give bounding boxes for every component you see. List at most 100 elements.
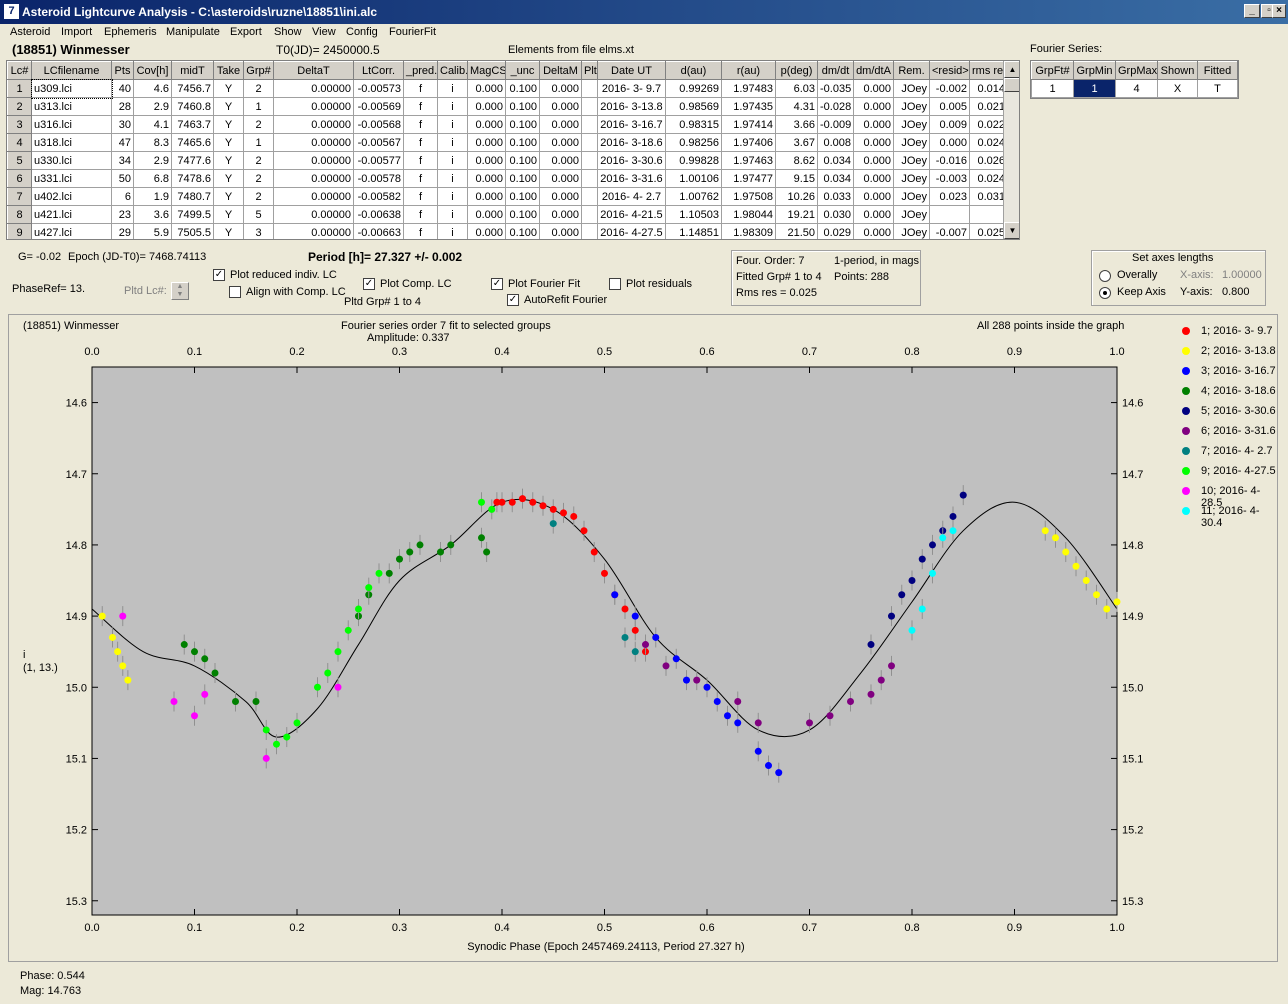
table-cell[interactable]: 3.6 — [133, 205, 172, 224]
table-cell[interactable]: 40 — [111, 79, 134, 98]
table-cell[interactable]: -0.00569 — [353, 97, 404, 116]
table-cell[interactable]: 0.005 — [929, 97, 970, 116]
table-cell[interactable]: 19.21 — [775, 205, 818, 224]
menu-manipulate[interactable]: Manipulate — [166, 26, 220, 38]
table-cell[interactable] — [581, 79, 598, 98]
table-cell[interactable]: 0.026 — [969, 151, 1008, 170]
table-cell[interactable]: 6.8 — [133, 169, 172, 188]
table-cell[interactable]: 0.000 — [853, 79, 894, 98]
table-cell[interactable] — [581, 151, 598, 170]
table-cell[interactable]: -0.00568 — [353, 115, 404, 134]
table-cell[interactable]: 7 — [7, 187, 32, 206]
table-cell[interactable]: 8 — [7, 205, 32, 224]
lc-col-header[interactable]: LtCorr. — [353, 61, 404, 80]
table-cell[interactable]: 28 — [111, 97, 134, 116]
table-cell[interactable]: 0.00000 — [273, 97, 354, 116]
table-cell[interactable]: 0.98256 — [665, 133, 722, 152]
table-cell[interactable]: 0.98315 — [665, 115, 722, 134]
table-cell[interactable]: JOey — [893, 187, 930, 206]
lc-col-header[interactable]: Cov[h] — [133, 61, 172, 80]
table-cell[interactable]: 0.000 — [467, 151, 506, 170]
table-cell[interactable]: 0.000 — [853, 97, 894, 116]
fourier-cell-fitted[interactable]: T — [1197, 79, 1238, 98]
menu-view[interactable]: View — [312, 26, 336, 38]
align-comp-checkbox[interactable] — [229, 286, 241, 298]
table-cell[interactable]: 0.000 — [853, 115, 894, 134]
table-cell[interactable]: 3 — [243, 223, 274, 239]
table-cell[interactable]: 6 — [7, 169, 32, 188]
fourier-col-header[interactable]: GrpFt# — [1031, 61, 1074, 80]
menu-show[interactable]: Show — [274, 26, 302, 38]
table-cell[interactable]: 0.000 — [539, 79, 582, 98]
table-cell[interactable]: 7463.7 — [171, 115, 214, 134]
table-cell[interactable]: 1.97463 — [721, 151, 776, 170]
table-cell[interactable]: 29 — [111, 223, 134, 239]
table-cell[interactable]: 0.000 — [853, 169, 894, 188]
table-cell[interactable]: 10.26 — [775, 187, 818, 206]
pltd-lc-spinner[interactable]: ▲ ▼ — [171, 282, 189, 300]
table-cell[interactable]: 2 — [243, 169, 274, 188]
table-row[interactable]: 7 u402.lci 6 1.9 7480.7 Y 2 0.00000 -0.00582 f i 0.… — [7, 187, 1008, 206]
table-cell[interactable]: 0.000 — [539, 97, 582, 116]
table-cell[interactable]: 0.000 — [467, 187, 506, 206]
table-cell[interactable]: 9 — [7, 223, 32, 239]
plot-residuals-checkbox[interactable] — [609, 278, 621, 290]
table-cell[interactable]: 2016- 3- 9.7 — [597, 79, 666, 98]
lc-col-header[interactable]: Take — [213, 61, 244, 80]
table-row[interactable]: 6 u331.lci 50 6.8 7478.6 Y 2 0.00000 -0.00578 f i 0… — [7, 169, 1008, 188]
table-cell[interactable]: 0.000 — [467, 205, 506, 224]
plot-comp-checkbox[interactable]: ✓ — [363, 278, 375, 290]
table-cell[interactable]: -0.002 — [929, 79, 970, 98]
table-cell[interactable] — [581, 97, 598, 116]
table-cell[interactable]: f — [403, 187, 438, 206]
table-cell[interactable]: i — [437, 187, 468, 206]
table-cell[interactable]: 3.67 — [775, 133, 818, 152]
table-cell[interactable]: i — [437, 223, 468, 239]
close-button[interactable]: × — [1272, 4, 1286, 18]
table-cell[interactable] — [581, 223, 598, 239]
table-cell[interactable]: Y — [213, 205, 244, 224]
lc-col-header[interactable]: r(au) — [721, 61, 776, 80]
table-cell[interactable]: 0.000 — [539, 115, 582, 134]
table-cell[interactable]: f — [403, 151, 438, 170]
table-cell[interactable]: 0.024 — [969, 133, 1008, 152]
table-cell[interactable]: 0.00000 — [273, 79, 354, 98]
lc-col-header[interactable]: Pts — [111, 61, 134, 80]
table-cell[interactable]: 7460.8 — [171, 97, 214, 116]
minimize-button[interactable]: _ — [1244, 4, 1260, 18]
table-cell[interactable]: 0.100 — [505, 79, 540, 98]
table-cell[interactable]: 0.014 — [969, 79, 1008, 98]
table-cell[interactable]: u331.lci — [31, 169, 112, 188]
table-cell[interactable]: 2 — [243, 115, 274, 134]
table-cell[interactable]: 1.00762 — [665, 187, 722, 206]
table-cell[interactable]: 0.000 — [539, 169, 582, 188]
table-cell[interactable]: 1.97477 — [721, 169, 776, 188]
table-cell[interactable]: 1.97483 — [721, 79, 776, 98]
table-cell[interactable]: -0.035 — [817, 79, 854, 98]
table-cell[interactable]: 0.000 — [539, 133, 582, 152]
fourier-cell-grpmax[interactable]: 4 — [1115, 79, 1158, 98]
table-cell[interactable]: 2016- 3-16.7 — [597, 115, 666, 134]
table-cell[interactable]: 1.98309 — [721, 223, 776, 239]
fourier-cell-grpft[interactable]: 1 — [1031, 79, 1074, 98]
lc-col-header[interactable]: Rem. — [893, 61, 930, 80]
table-cell[interactable]: 0.100 — [505, 151, 540, 170]
table-cell[interactable]: 0.000 — [467, 133, 506, 152]
table-cell[interactable]: 0.000 — [853, 133, 894, 152]
lc-col-header[interactable]: _pred. — [403, 61, 438, 80]
table-row[interactable]: 2 u313.lci 28 2.9 7460.8 Y 1 0.00000 -0.00569 f i 0… — [7, 97, 1008, 116]
table-cell[interactable]: f — [403, 115, 438, 134]
lc-col-header[interactable]: Calib. — [437, 61, 468, 80]
table-cell[interactable]: i — [437, 151, 468, 170]
table-cell[interactable] — [929, 205, 970, 224]
lc-col-header[interactable]: Plt — [581, 61, 598, 80]
table-cell[interactable]: 2 — [243, 151, 274, 170]
table-cell[interactable]: -0.00663 — [353, 223, 404, 239]
table-cell[interactable]: 0.000 — [467, 169, 506, 188]
table-cell[interactable]: 47 — [111, 133, 134, 152]
lc-col-header[interactable]: p(deg) — [775, 61, 818, 80]
lc-col-header[interactable]: Date UT — [597, 61, 666, 80]
plot-fourier-checkbox[interactable]: ✓ — [491, 278, 503, 290]
table-cell[interactable]: 0.000 — [467, 79, 506, 98]
table-cell[interactable]: 0.00000 — [273, 205, 354, 224]
